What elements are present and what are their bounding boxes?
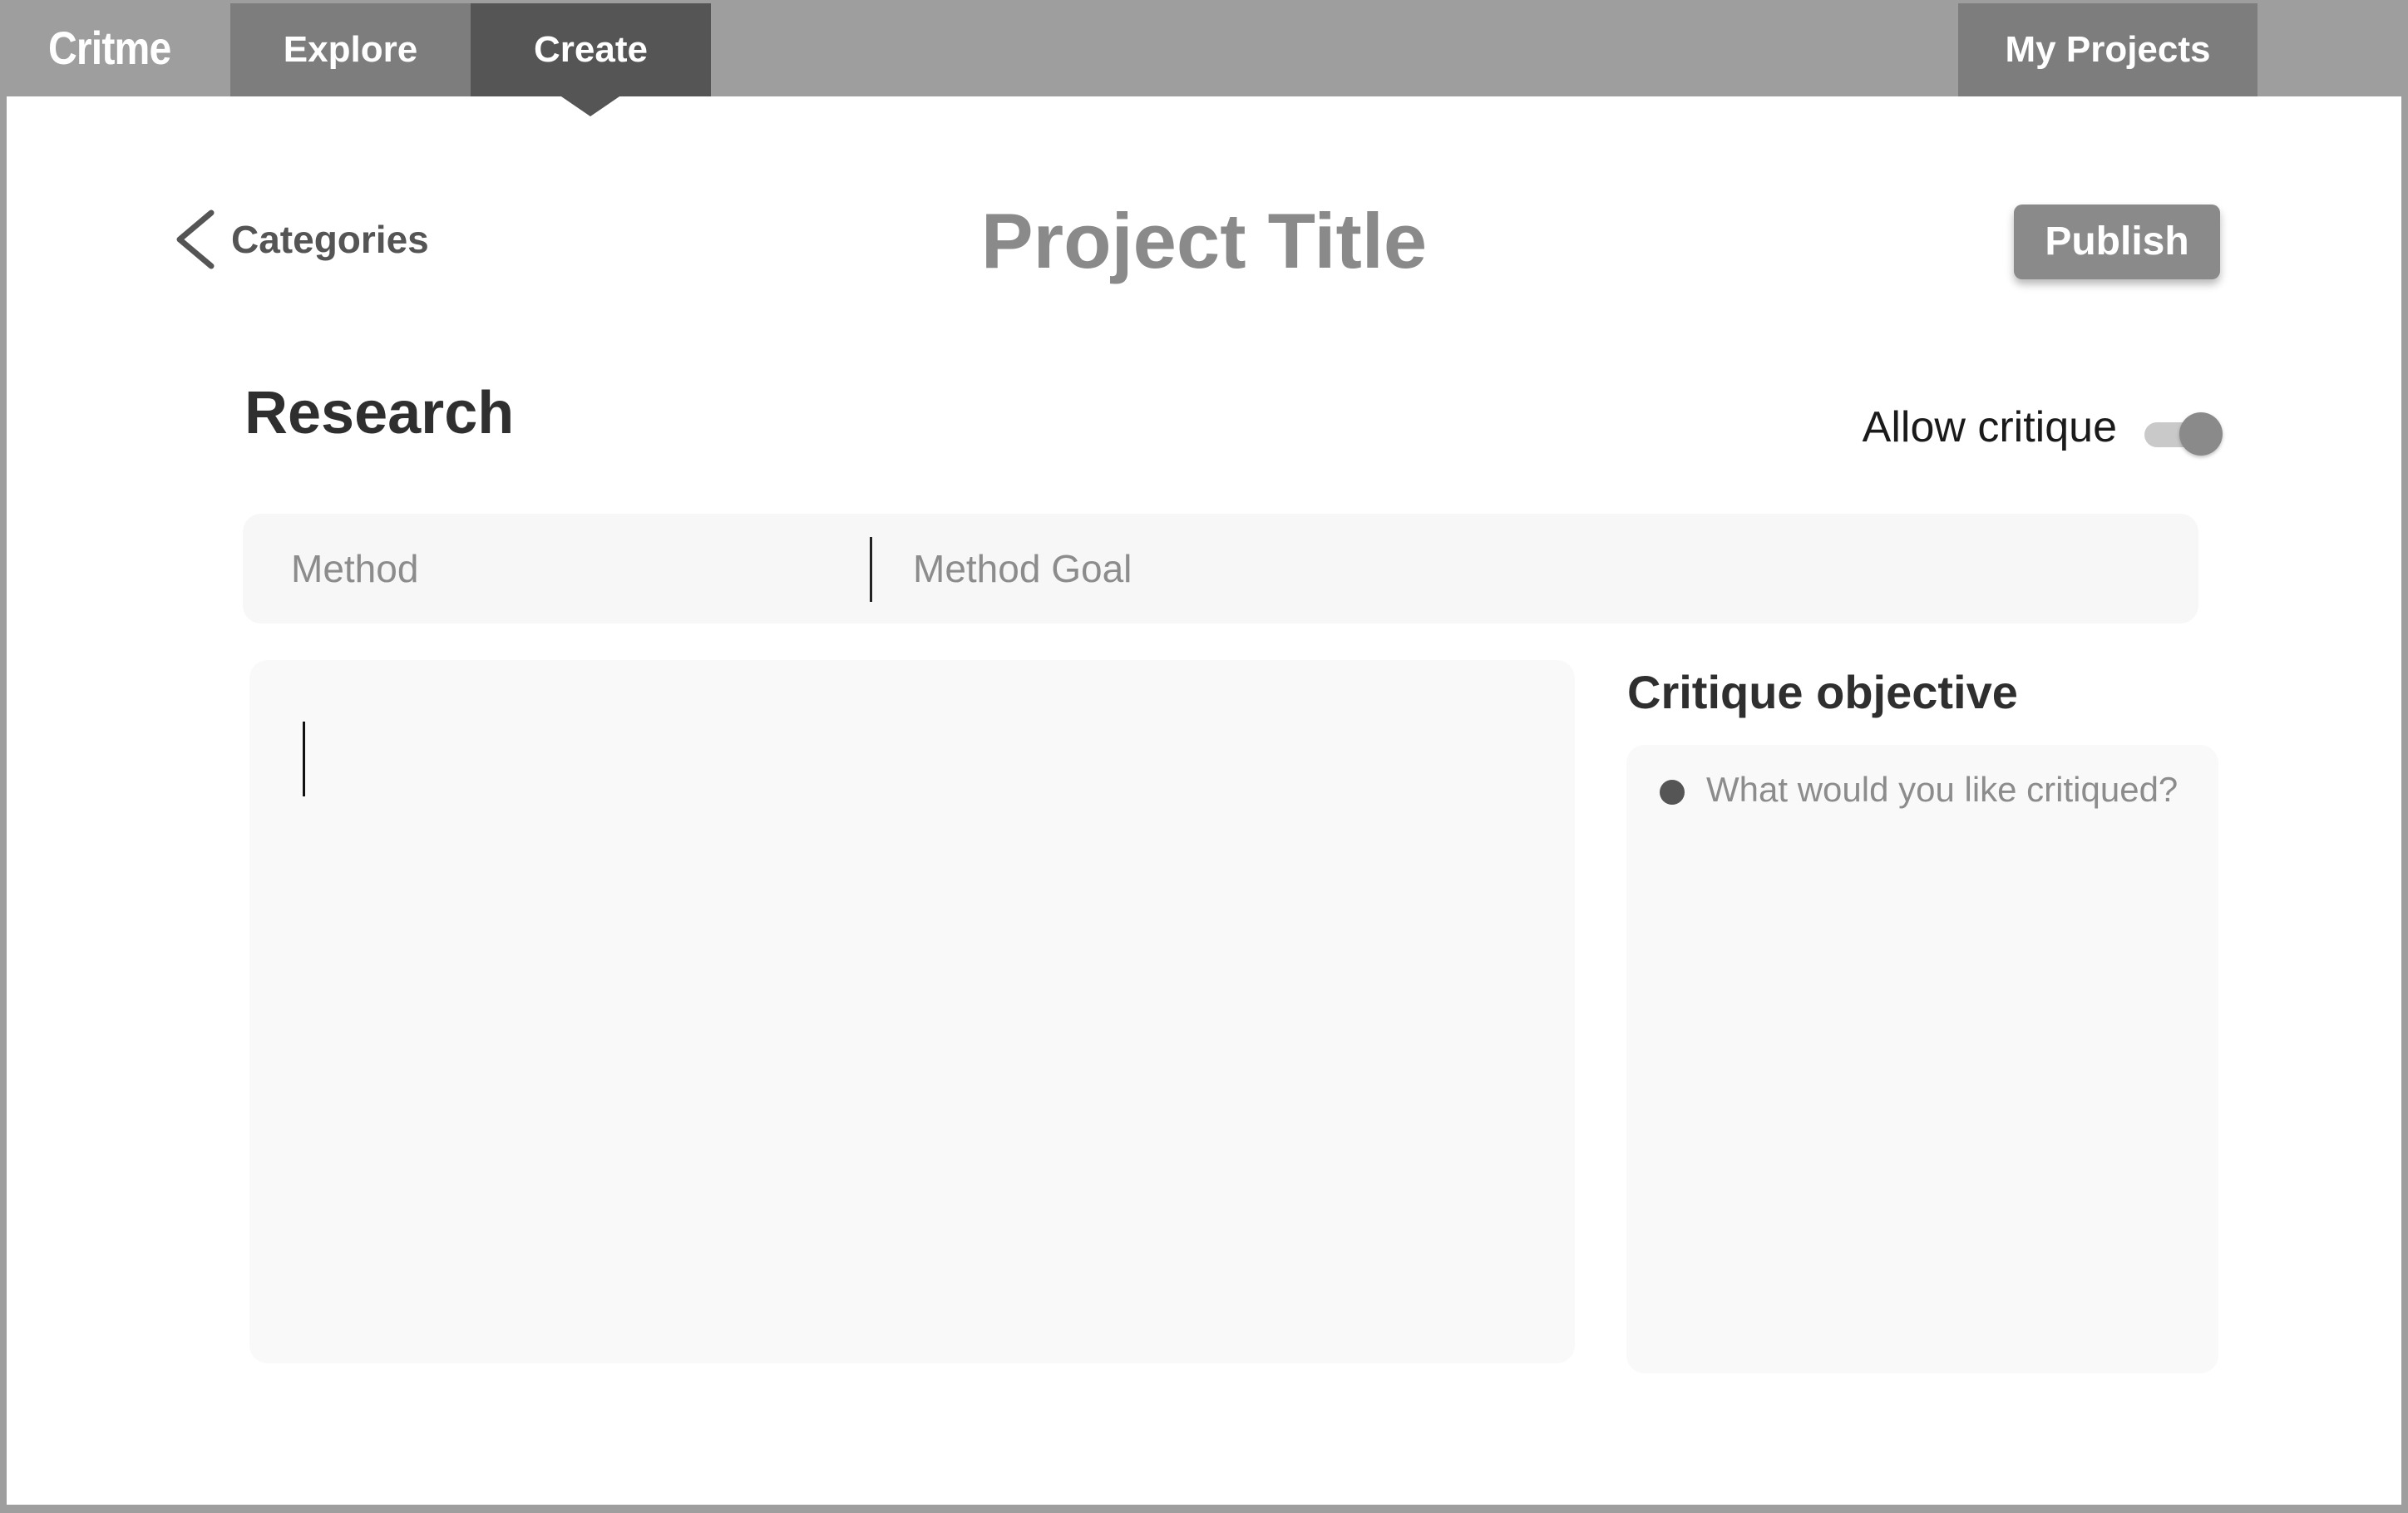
critique-objective-heading: Critique objective (1627, 666, 2018, 718)
nav-tab-create[interactable]: Create (471, 3, 711, 96)
nav-tab-explore[interactable]: Explore (230, 3, 471, 96)
critique-objective-input[interactable]: What would you like critiqued? (1706, 770, 2178, 810)
allow-critique-toggle[interactable] (2139, 411, 2223, 457)
method-goal-input[interactable]: Method Goal (913, 514, 1132, 623)
method-divider (870, 537, 872, 602)
main-content: Categories Project Title Publish Researc… (7, 96, 2401, 1505)
bullet-icon (1660, 780, 1685, 805)
method-input[interactable]: Method (291, 514, 418, 623)
section-heading: Research (244, 380, 515, 446)
allow-critique-label: Allow critique (1862, 403, 2117, 451)
research-text-editor[interactable] (249, 660, 1575, 1363)
method-bar: Method Method Goal (243, 514, 2198, 623)
toggle-knob (2179, 412, 2223, 456)
active-tab-indicator (559, 95, 622, 116)
publish-button[interactable]: Publish (2014, 205, 2220, 279)
critique-objective-panel[interactable]: What would you like critiqued? (1626, 745, 2218, 1373)
top-nav-bar: Critme Explore Create My Projects (0, 0, 2408, 96)
nav-tab-my-projects[interactable]: My Projects (1958, 3, 2258, 96)
text-cursor (303, 722, 305, 796)
app-logo[interactable]: Critme (48, 20, 171, 76)
